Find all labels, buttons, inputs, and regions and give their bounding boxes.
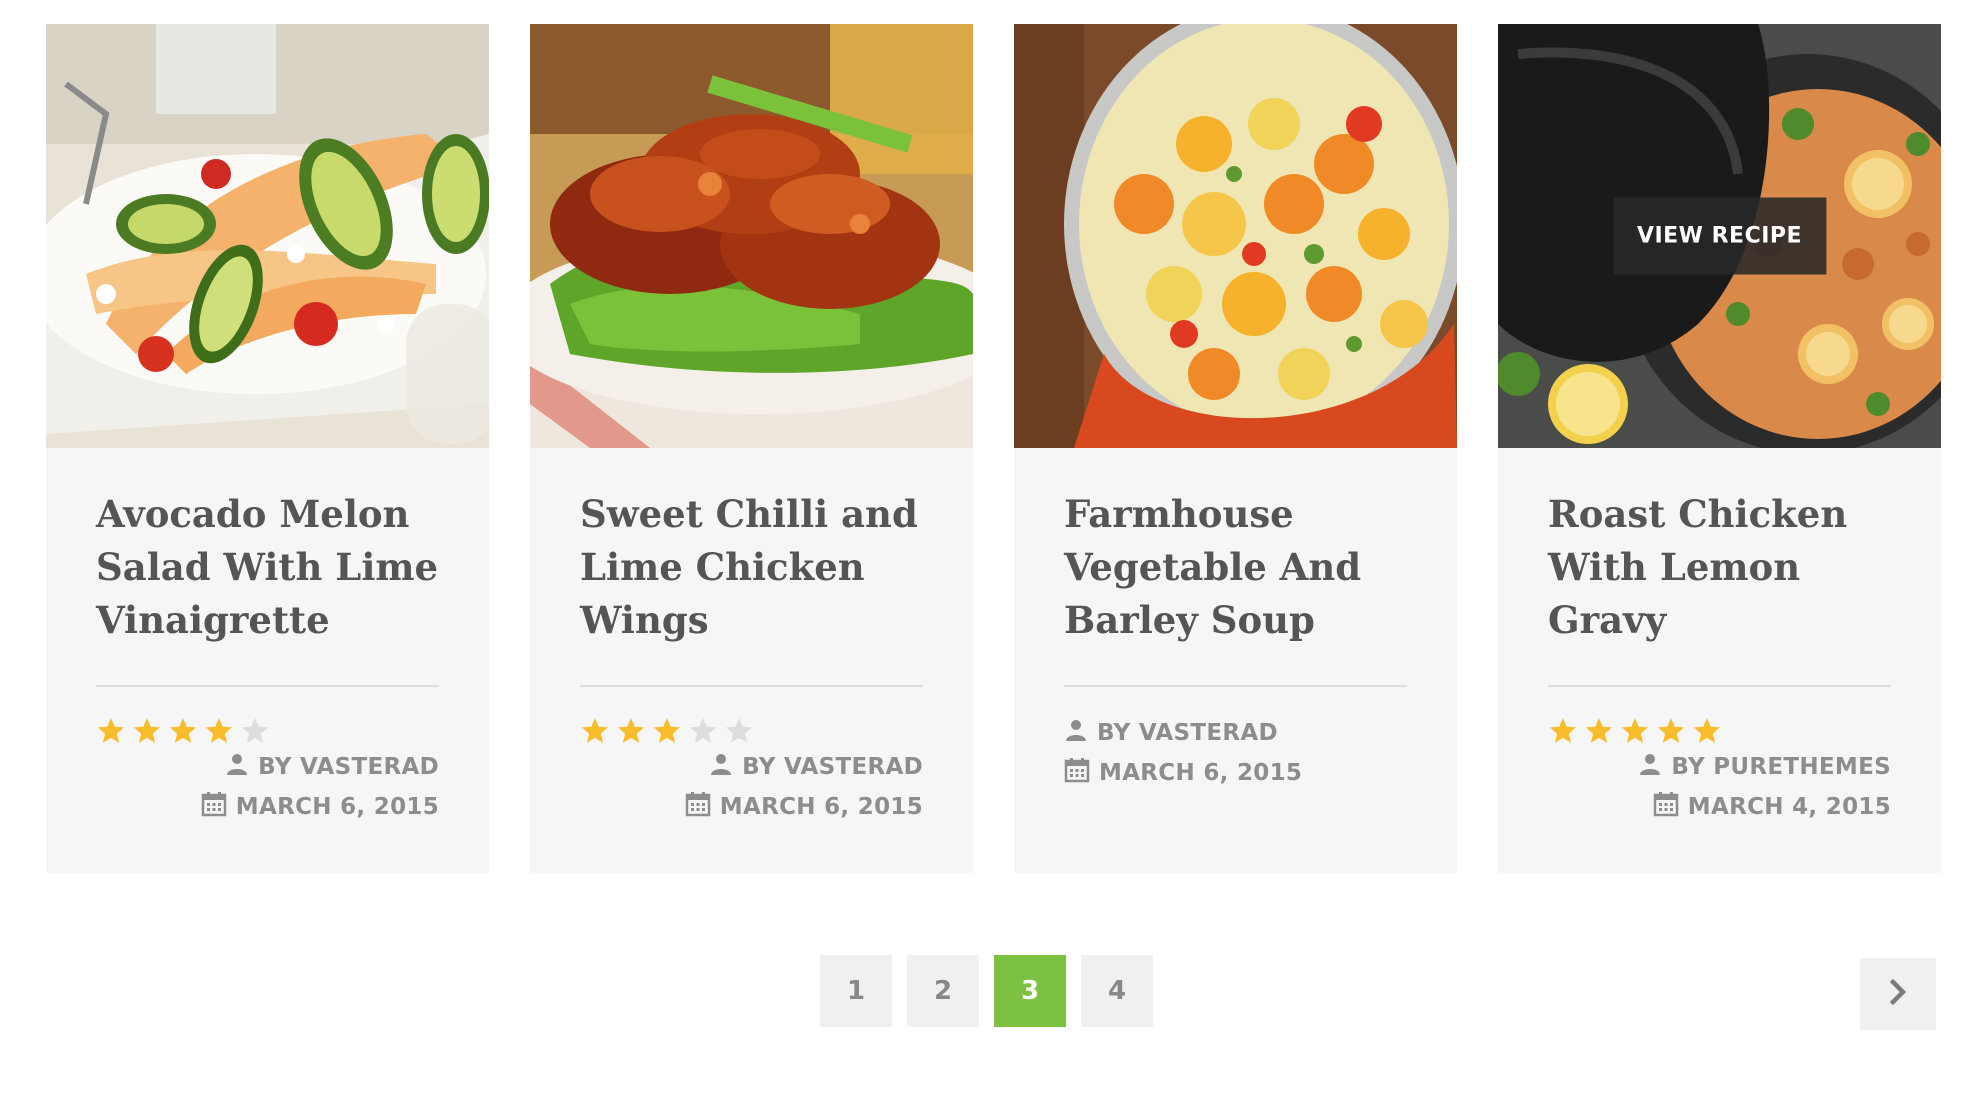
view-recipe-button[interactable]: VIEW RECIPE [1612, 197, 1827, 275]
recipe-date: MARCH 6, 2015 [235, 794, 439, 820]
page-link[interactable]: 4 [1081, 955, 1153, 1027]
author-line: BY PURETHEMES [1548, 747, 1891, 787]
recipe-title[interactable]: Roast Chicken With Lemon Gravy [1548, 488, 1891, 647]
star-filled-icon [1550, 718, 1576, 743]
date-line: MARCH 6, 2015 [580, 787, 923, 827]
calendar-icon [201, 791, 227, 823]
recipe-title[interactable]: Farmhouse Vegetable And Barley Soup [1064, 488, 1407, 647]
recipe-meta: BY VASTERAD MARCH 6, 2015 [96, 747, 439, 827]
recipe-card[interactable]: VIEW RECIPE Roast Chicken With Lemon Gra… [1498, 24, 1941, 873]
star-empty-icon [242, 718, 268, 743]
star-rating [1548, 715, 1891, 747]
page-link-current[interactable]: 3 [994, 955, 1066, 1027]
date-line: MARCH 4, 2015 [1548, 787, 1891, 827]
pagination: 1 2 3 4 [820, 955, 1153, 1027]
recipe-image[interactable] [1014, 24, 1457, 448]
divider [1064, 685, 1407, 687]
date-line: MARCH 6, 2015 [96, 787, 439, 827]
star-filled-icon [1622, 718, 1648, 743]
recipe-meta: BY PURETHEMES MARCH 4, 2015 [1548, 747, 1891, 827]
next-page-button[interactable] [1860, 958, 1936, 1030]
star-filled-icon [98, 718, 124, 743]
recipe-title[interactable]: Sweet Chilli and Lime Chicken Wings [580, 488, 923, 647]
recipe-image[interactable] [46, 24, 489, 448]
user-icon [709, 752, 733, 782]
star-filled-icon [206, 718, 232, 743]
calendar-icon [1653, 791, 1679, 823]
star-filled-icon [1694, 718, 1720, 743]
calendar-icon [1064, 757, 1090, 789]
recipe-card[interactable]: Farmhouse Vegetable And Barley Soup BY V… [1014, 24, 1457, 873]
star-empty-icon [726, 718, 752, 743]
page-link[interactable]: 1 [820, 955, 892, 1027]
user-icon [1638, 752, 1662, 782]
recipe-date: MARCH 4, 2015 [1687, 794, 1891, 820]
author-name[interactable]: BY PURETHEMES [1671, 754, 1891, 780]
star-filled-icon [1658, 718, 1684, 743]
divider [1548, 685, 1891, 687]
recipe-image[interactable]: VIEW RECIPE [1498, 24, 1941, 448]
star-filled-icon [134, 718, 160, 743]
star-rating [96, 715, 439, 747]
recipe-meta: BY VASTERAD MARCH 6, 2015 [1064, 713, 1407, 793]
author-name[interactable]: BY VASTERAD [258, 754, 439, 780]
recipe-grid: Avocado Melon Salad With Lime Vinaigrett… [46, 24, 1941, 873]
author-name[interactable]: BY VASTERAD [742, 754, 923, 780]
star-empty-icon [690, 718, 716, 743]
calendar-icon [685, 791, 711, 823]
recipe-meta: BY VASTERAD MARCH 6, 2015 [580, 747, 923, 827]
user-icon [225, 752, 249, 782]
star-filled-icon [582, 718, 608, 743]
author-line: BY VASTERAD [1064, 713, 1407, 753]
star-filled-icon [1586, 718, 1612, 743]
recipe-card[interactable]: Sweet Chilli and Lime Chicken Wings BY V… [530, 24, 973, 873]
recipe-title[interactable]: Avocado Melon Salad With Lime Vinaigrett… [96, 488, 439, 647]
page-link[interactable]: 2 [907, 955, 979, 1027]
star-filled-icon [654, 718, 680, 743]
divider [580, 685, 923, 687]
user-icon [1064, 718, 1088, 748]
recipe-date: MARCH 6, 2015 [1099, 760, 1303, 786]
recipe-date: MARCH 6, 2015 [719, 794, 923, 820]
star-filled-icon [618, 718, 644, 743]
star-filled-icon [170, 718, 196, 743]
author-line: BY VASTERAD [580, 747, 923, 787]
author-line: BY VASTERAD [96, 747, 439, 787]
recipe-card[interactable]: Avocado Melon Salad With Lime Vinaigrett… [46, 24, 489, 873]
star-rating [580, 715, 923, 747]
chevron-right-icon [1883, 977, 1913, 1012]
recipe-image[interactable] [530, 24, 973, 448]
author-name[interactable]: BY VASTERAD [1097, 720, 1278, 746]
date-line: MARCH 6, 2015 [1064, 753, 1407, 793]
divider [96, 685, 439, 687]
